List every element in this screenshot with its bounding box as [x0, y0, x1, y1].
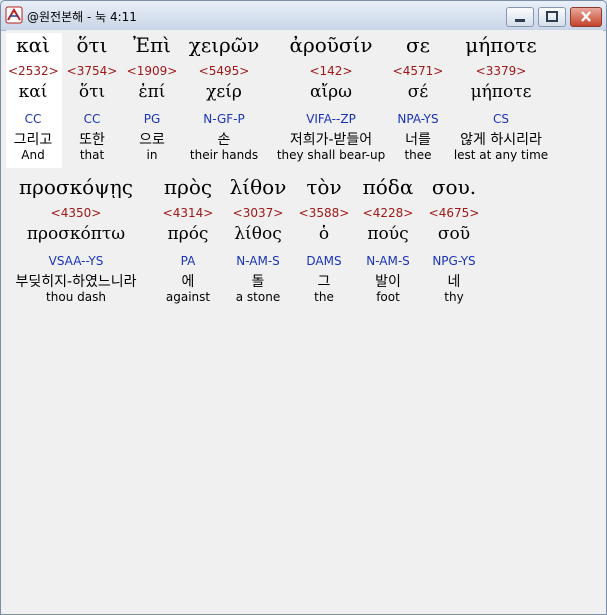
parsing-code[interactable]: CC — [8, 112, 58, 126]
minimize-button[interactable] — [506, 7, 534, 27]
lemma-word: σοῦ — [437, 224, 471, 244]
parsing-code[interactable]: N-AM-S — [228, 254, 288, 268]
strong-number[interactable]: <3379> — [452, 64, 550, 78]
close-button[interactable] — [570, 7, 602, 27]
parsing-code[interactable]: NPG-YS — [424, 254, 484, 268]
lemma-word: πούς — [367, 224, 409, 244]
english-gloss: thee — [404, 148, 432, 162]
korean-row: 부딪히지-하였느니라 에 돌 그 발이 네 — [6, 271, 603, 291]
strong-number[interactable]: <3588> — [298, 206, 350, 220]
lemma-row: καί ὅτι ἐπί χείρ αἴρω σέ μήποτε — [6, 82, 603, 102]
strong-number-row: <2532> <3754> <1909> <5495> <142> <4571>… — [6, 64, 603, 84]
lemma-word: μήποτε — [470, 82, 532, 102]
lemma-word: ἐπί — [138, 82, 166, 102]
greek-word[interactable]: χειρῶν — [186, 33, 262, 57]
greek-word[interactable]: σε — [388, 33, 448, 57]
greek-word[interactable]: ἀροῦσίν — [276, 33, 386, 57]
korean-gloss: 부딪히지-하였느니라 — [15, 274, 137, 290]
greek-text-row: προσκόψῃς πρὸς λίθον τὸν πόδα σου. — [6, 175, 603, 199]
korean-gloss: 그리고 — [13, 132, 53, 148]
korean-gloss: 으로 — [139, 132, 165, 148]
lemma-word: χείρ — [206, 82, 242, 102]
greek-word[interactable]: προσκόψῃς — [14, 175, 138, 199]
english-row: thou dash against a stone the foot thy — [6, 290, 603, 310]
english-gloss: foot — [376, 290, 400, 304]
lemma-word: πρός — [167, 224, 209, 244]
strong-number[interactable]: <4350> — [14, 206, 138, 220]
title-bar[interactable]: @원전본해 - 눅 4:11 — [1, 1, 606, 31]
strong-number[interactable]: <5495> — [186, 64, 262, 78]
lemma-word: αἴρω — [309, 82, 352, 102]
greek-word[interactable]: τὸν — [298, 175, 350, 199]
strong-number[interactable]: <4571> — [388, 64, 448, 78]
app-window: @원전본해 - 눅 4:11 καὶ ὅτι Ἐπὶ χειρῶν ἀροῦσί… — [0, 0, 607, 615]
strong-number[interactable]: <3037> — [228, 206, 288, 220]
lemma-word: ὁ — [318, 224, 330, 244]
korean-gloss: 저희가-받들어 — [289, 132, 373, 148]
strong-number[interactable]: <3754> — [66, 64, 118, 78]
parsing-code[interactable]: CC — [66, 112, 118, 126]
english-row: And that in their hands they shall bear-… — [6, 148, 603, 168]
strong-number[interactable]: <142> — [276, 64, 386, 78]
korean-gloss: 에 — [181, 274, 195, 290]
english-gloss: thou dash — [46, 290, 106, 304]
english-gloss: in — [146, 148, 158, 162]
parsing-code[interactable]: DAMS — [298, 254, 350, 268]
korean-gloss: 또한 — [79, 132, 105, 148]
maximize-icon — [546, 11, 558, 22]
english-gloss: their hands — [189, 148, 259, 162]
english-gloss: against — [165, 290, 211, 304]
verse-panel: καὶ ὅτι Ἐπὶ χειρῶν ἀροῦσίν σε μήποτε <25… — [6, 30, 603, 610]
strong-number-row: <4350> <4314> <3037> <3588> <4228> <4675… — [6, 206, 603, 226]
app-logo-icon — [5, 6, 23, 24]
lemma-word: λίθος — [234, 224, 282, 244]
parsing-code[interactable]: N-AM-S — [356, 254, 420, 268]
korean-gloss: 손 — [217, 132, 231, 148]
korean-gloss: 그 — [317, 274, 331, 290]
parsing-code[interactable]: NPA-YS — [388, 112, 448, 126]
english-gloss: a stone — [235, 290, 281, 304]
lemma-word: σέ — [407, 82, 429, 102]
lemma-word: προσκόπτω — [26, 224, 126, 244]
greek-word[interactable]: ὅτι — [66, 33, 118, 57]
lemma-row: προσκόπτω πρός λίθος ὁ πούς σοῦ — [6, 224, 603, 244]
strong-number[interactable]: <4228> — [356, 206, 420, 220]
korean-gloss: 너를 — [405, 132, 431, 148]
strong-number[interactable]: <4314> — [158, 206, 218, 220]
minimize-icon — [515, 19, 525, 22]
maximize-button[interactable] — [538, 7, 566, 27]
lemma-word: καί — [18, 82, 48, 102]
english-gloss: the — [314, 290, 334, 304]
parsing-code[interactable]: VSAA--YS — [14, 254, 138, 268]
parsing-code[interactable]: VIFA--ZP — [276, 112, 386, 126]
parsing-code[interactable]: PG — [126, 112, 178, 126]
korean-gloss: 네 — [447, 274, 461, 290]
greek-word[interactable]: Ἐπὶ — [126, 33, 178, 57]
korean-gloss: 돌 — [251, 274, 265, 290]
parsing-code[interactable]: CS — [452, 112, 550, 126]
strong-number[interactable]: <1909> — [126, 64, 178, 78]
english-gloss: they shall bear-up — [276, 148, 386, 162]
close-icon — [581, 11, 591, 22]
strong-number[interactable]: <4675> — [424, 206, 484, 220]
greek-word[interactable]: καὶ — [8, 33, 58, 57]
window-title: @원전본해 - 눅 4:11 — [27, 10, 137, 24]
english-gloss: thy — [444, 290, 464, 304]
greek-text-row: καὶ ὅτι Ἐπὶ χειρῶν ἀροῦσίν σε μήποτε — [6, 33, 603, 57]
greek-word[interactable]: πόδα — [356, 175, 420, 199]
strong-number[interactable]: <2532> — [8, 64, 59, 78]
english-gloss: that — [79, 148, 105, 162]
lemma-word: ὅτι — [78, 82, 106, 102]
greek-word[interactable]: μήποτε — [452, 33, 550, 57]
greek-word[interactable]: λίθον — [228, 175, 288, 199]
korean-gloss: 발이 — [375, 274, 401, 290]
greek-word[interactable]: σου. — [424, 175, 484, 199]
parsing-code[interactable]: N-GF-P — [186, 112, 262, 126]
korean-row: 그리고 또한 으로 손 저희가-받들어 너를 않게 하시리라 — [6, 129, 603, 149]
greek-word[interactable]: πρὸς — [158, 175, 218, 199]
korean-gloss: 않게 하시리라 — [460, 132, 542, 148]
parsing-code[interactable]: PA — [158, 254, 218, 268]
english-gloss: And — [21, 148, 45, 162]
english-gloss: lest at any time — [453, 148, 549, 162]
